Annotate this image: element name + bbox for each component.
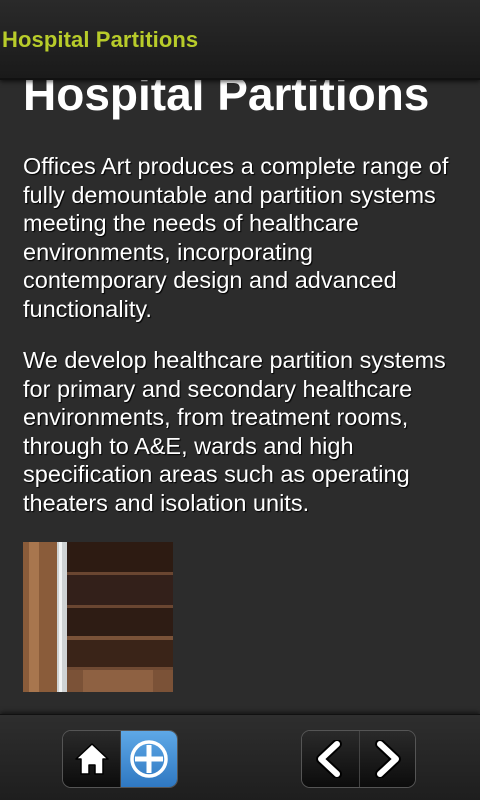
add-button[interactable] [120,731,177,787]
app-title: Hospital Partitions [2,27,199,52]
home-add-button-group [62,730,178,788]
chevron-left-icon [316,740,343,778]
paragraph-intro: Offices Art produces a complete range of… [23,153,449,322]
plus-icon [130,740,168,778]
action-bar: Hospital Partitions [0,0,480,80]
previous-button[interactable] [302,731,359,787]
app-screen: Hospital Partitions Hospital Partitions … [0,0,480,800]
partition-photo-graphic [23,542,173,692]
home-button[interactable] [63,731,120,787]
paragraph-details: We develop healthcare partition systems … [23,347,446,516]
home-icon [74,743,109,775]
navigation-button-group [301,730,416,788]
content-scroll-area[interactable]: Hospital Partitions Offices Art produces… [0,58,480,714]
bottom-toolbar [0,714,480,800]
chevron-right-icon [375,740,402,778]
partition-photo[interactable] [23,542,173,692]
next-button[interactable] [358,731,415,787]
